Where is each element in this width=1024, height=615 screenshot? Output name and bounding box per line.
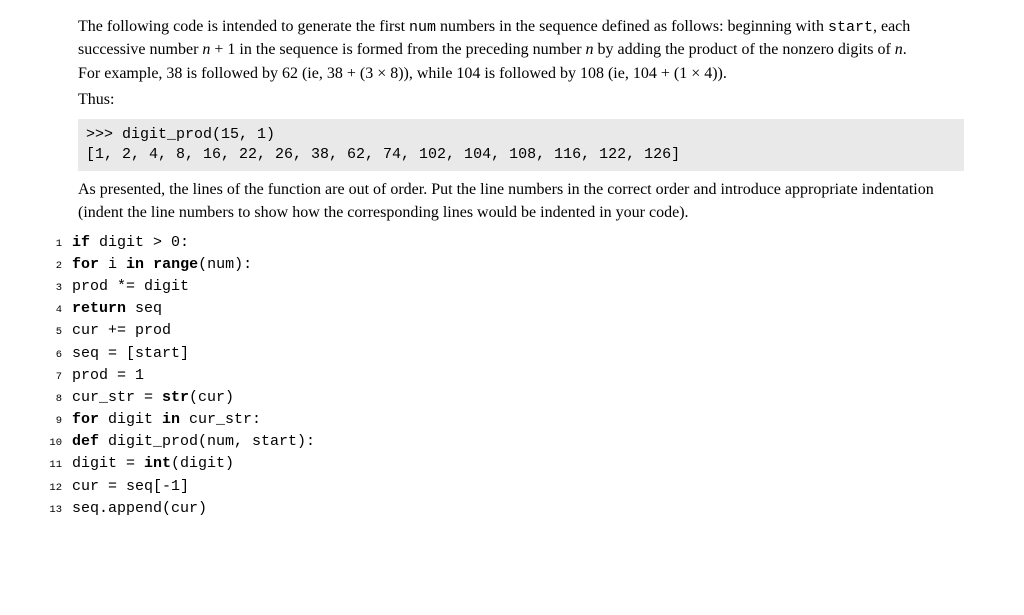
code-line: 8cur_str = str(cur) xyxy=(46,387,964,409)
code-line: 3prod *= digit xyxy=(46,276,964,298)
code-line: 12cur = seq[-1] xyxy=(46,476,964,498)
code-line: 10def digit_prod(num, start): xyxy=(46,431,964,453)
instructions: As presented, the lines of the function … xyxy=(78,179,958,223)
problem-statement: The following code is intended to genera… xyxy=(78,16,958,111)
code-content: cur = seq[-1] xyxy=(72,476,189,498)
line-number: 13 xyxy=(46,503,72,519)
line-number: 10 xyxy=(46,436,72,452)
code-line: 11digit = int(digit) xyxy=(46,453,964,475)
line-number: 11 xyxy=(46,458,72,474)
code-line: 4return seq xyxy=(46,298,964,320)
console-example: >>> digit_prod(15, 1) [1, 2, 4, 8, 16, 2… xyxy=(78,119,964,172)
console-output: [1, 2, 4, 8, 16, 22, 26, 38, 62, 74, 102… xyxy=(86,146,680,163)
code-line: 2for i in range(num): xyxy=(46,254,964,276)
line-number: 4 xyxy=(46,303,72,319)
line-number: 9 xyxy=(46,414,72,430)
code-content: seq.append(cur) xyxy=(72,498,207,520)
line-number: 6 xyxy=(46,348,72,364)
code-line: 1if digit > 0: xyxy=(46,232,964,254)
code-line: 13seq.append(cur) xyxy=(46,498,964,520)
code-line: 6seq = [start] xyxy=(46,343,964,365)
instructions-para: As presented, the lines of the function … xyxy=(78,179,958,223)
line-number: 2 xyxy=(46,259,72,275)
code-listing: 1if digit > 0:2for i in range(num):3prod… xyxy=(46,232,964,520)
line-number: 8 xyxy=(46,392,72,408)
code-content: def digit_prod(num, start): xyxy=(72,431,315,453)
code-content: for digit in cur_str: xyxy=(72,409,261,431)
line-number: 1 xyxy=(46,237,72,253)
code-content: prod *= digit xyxy=(72,276,189,298)
para-2: For example, 38 is followed by 62 (ie, 3… xyxy=(78,63,958,85)
code-line: 7prod = 1 xyxy=(46,365,964,387)
line-number: 5 xyxy=(46,325,72,341)
code-content: prod = 1 xyxy=(72,365,144,387)
code-line: 5cur += prod xyxy=(46,320,964,342)
line-number: 3 xyxy=(46,281,72,297)
console-input: >>> digit_prod(15, 1) xyxy=(86,126,275,143)
line-number: 7 xyxy=(46,370,72,386)
line-number: 12 xyxy=(46,481,72,497)
code-content: return seq xyxy=(72,298,162,320)
para-3: Thus: xyxy=(78,89,958,111)
code-content: digit = int(digit) xyxy=(72,453,234,475)
code-line: 9for digit in cur_str: xyxy=(46,409,964,431)
para-1: The following code is intended to genera… xyxy=(78,16,958,61)
code-content: if digit > 0: xyxy=(72,232,189,254)
code-content: cur += prod xyxy=(72,320,171,342)
code-content: seq = [start] xyxy=(72,343,189,365)
code-content: cur_str = str(cur) xyxy=(72,387,234,409)
code-content: for i in range(num): xyxy=(72,254,252,276)
